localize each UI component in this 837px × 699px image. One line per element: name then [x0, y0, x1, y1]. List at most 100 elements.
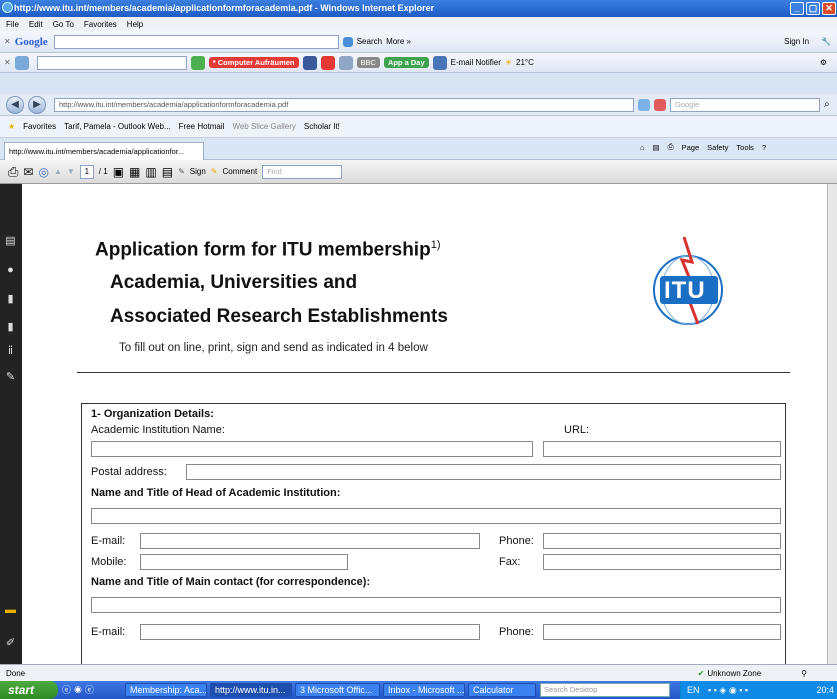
address-input[interactable]: http://www.itu.int/members/academia/appl… [54, 97, 634, 112]
tray-icons[interactable]: ▪ ▪ ◈ ◉ ▪ ▪ [708, 685, 748, 695]
next-page-icon[interactable]: ▼ [67, 167, 75, 176]
help-menu-icon[interactable]: ? [762, 143, 766, 152]
zoom-icon[interactable]: ⚲ [801, 669, 807, 678]
share-icon[interactable]: ◎ [38, 165, 48, 179]
print-pdf-icon[interactable]: ⎙ [8, 164, 18, 180]
page-menu[interactable]: Page [682, 143, 700, 152]
page-number-input[interactable]: 1 [79, 164, 94, 179]
help-icon[interactable] [14, 55, 29, 70]
fav-item-outlook[interactable]: Tarif, Pamela - Outlook Web... [64, 122, 171, 131]
home-icon[interactable]: ⌂ [640, 143, 645, 152]
prev-page-icon[interactable]: ▲ [54, 167, 62, 176]
head-name-field[interactable] [91, 508, 781, 524]
addon-search-input[interactable] [36, 55, 187, 70]
magnifier-icon[interactable]: ⌕ [824, 99, 830, 110]
task-inbox[interactable]: Inbox - Microsoft ... [383, 683, 465, 697]
comment-icon[interactable]: ✎ [211, 167, 218, 176]
fit-page-icon[interactable]: ▣ [113, 165, 124, 179]
close-toolbar-icon-2[interactable]: ✕ [4, 58, 11, 67]
youtube-icon[interactable] [320, 55, 335, 70]
layers-icon[interactable]: ⅱ [4, 344, 17, 358]
email-field[interactable] [140, 533, 480, 549]
forward-icon[interactable]: ▶ [28, 95, 46, 114]
print-icon[interactable]: ⎙ [668, 142, 674, 152]
close-button[interactable]: ✕ [822, 2, 836, 15]
task-calculator[interactable]: Calculator [468, 683, 536, 697]
tools-menu[interactable]: Tools [736, 143, 754, 152]
live-search-input[interactable]: Google [670, 97, 820, 112]
tab-current[interactable]: http://www.itu.int/members/academia/appl… [4, 142, 204, 160]
fav-item-scholar[interactable]: Scholar It! [304, 122, 340, 131]
fit-width-icon[interactable]: ▦ [129, 165, 140, 179]
task-membership[interactable]: Membership: Aca... [125, 683, 207, 697]
bbc-button[interactable]: BBC [356, 57, 380, 68]
safety-menu[interactable]: Safety [707, 143, 728, 152]
contact-email-field[interactable] [140, 624, 480, 640]
search-button[interactable]: Search [357, 37, 382, 46]
pages-icon[interactable]: ▤ [4, 234, 17, 248]
mobile-field[interactable] [140, 554, 348, 570]
fav-item-webslice[interactable]: Web Slice Gallery [232, 122, 295, 131]
contact-phone-field[interactable] [543, 624, 781, 640]
info-icon[interactable]: ● [4, 264, 17, 278]
language-indicator[interactable]: EN [687, 685, 700, 695]
paperclip-icon[interactable]: ✐ [4, 636, 17, 650]
email-notifier-button[interactable]: E-mail Notifier [451, 58, 501, 67]
start-button[interactable]: start [0, 681, 58, 699]
facebook-icon[interactable] [302, 55, 317, 70]
fax-field[interactable] [543, 554, 781, 570]
sign-pen-icon[interactable]: ✎ [178, 167, 185, 176]
zone-label[interactable]: Unknown Zone [707, 669, 761, 678]
comments-icon[interactable]: ▬ [4, 604, 17, 618]
favorites-button[interactable]: Favorites [23, 122, 56, 131]
mail-icon[interactable] [432, 55, 447, 70]
menu-goto[interactable]: Go To [53, 20, 74, 29]
fav-item-hotmail[interactable]: Free Hotmail [179, 122, 225, 131]
url-field[interactable] [543, 441, 781, 457]
menu-file[interactable]: File [6, 20, 19, 29]
signatures-icon[interactable]: ✎ [4, 370, 17, 384]
menu-help[interactable]: Help [127, 20, 143, 29]
ie-quicklaunch-icon[interactable]: ⓔ [62, 683, 71, 696]
stop-icon[interactable] [654, 98, 666, 111]
email-pdf-icon[interactable]: ✉ [23, 165, 33, 179]
menu-favorites[interactable]: Favorites [84, 20, 117, 29]
back-icon[interactable]: ◀ [6, 95, 24, 114]
sign-button[interactable]: Sign [190, 167, 206, 176]
google-search-input[interactable] [53, 34, 339, 49]
more-button[interactable]: More » [386, 37, 411, 46]
minimize-button[interactable]: _ [790, 2, 804, 15]
single-page-icon[interactable]: ▥ [145, 165, 156, 179]
refresh-icon[interactable] [638, 98, 650, 111]
continuous-icon[interactable]: ▤ [162, 165, 173, 179]
search-icon[interactable] [342, 36, 353, 47]
task-office[interactable]: 3 Microsoft Offic... [295, 683, 380, 697]
ie2-quicklaunch-icon[interactable]: ⓔ [85, 683, 94, 696]
window-title-bar[interactable]: http://www.itu.int/members/academia/appl… [0, 0, 837, 17]
green-arrow-icon[interactable] [190, 55, 205, 70]
gallery-icon[interactable] [338, 55, 353, 70]
document-icon[interactable]: ▮ [4, 292, 17, 306]
contact-name-field[interactable] [91, 597, 781, 613]
institution-name-field[interactable] [91, 441, 533, 457]
maximize-button[interactable]: ▢ [806, 2, 820, 15]
comment-button[interactable]: Comment [223, 167, 258, 176]
clock[interactable]: 20:4 [816, 681, 834, 699]
temperature-label[interactable]: 21°C [516, 58, 534, 67]
signin-button[interactable]: Sign In [784, 37, 809, 46]
app-a-day-button[interactable]: App a Day [383, 57, 429, 68]
cleanup-button[interactable]: * Computer Aufräumen [208, 57, 299, 68]
postal-address-field[interactable] [186, 464, 781, 480]
close-toolbar-icon[interactable]: ✕ [4, 37, 11, 46]
attachments-icon[interactable]: ▮ [4, 320, 17, 334]
task-itu[interactable]: http://www.itu.in... [210, 683, 292, 697]
menu-edit[interactable]: Edit [29, 20, 43, 29]
desktop-search-input[interactable]: Search Desktop [540, 683, 670, 697]
wrench-icon[interactable]: 🔧 [821, 37, 831, 46]
feeds-icon[interactable]: ▤ [653, 143, 660, 152]
vertical-scrollbar[interactable] [827, 184, 837, 664]
google-logo[interactable]: Google [15, 36, 48, 48]
firefox-quicklaunch-icon[interactable]: ◉ [74, 684, 82, 695]
settings-icon[interactable]: ⚙ [820, 58, 827, 67]
phone-field[interactable] [543, 533, 781, 549]
